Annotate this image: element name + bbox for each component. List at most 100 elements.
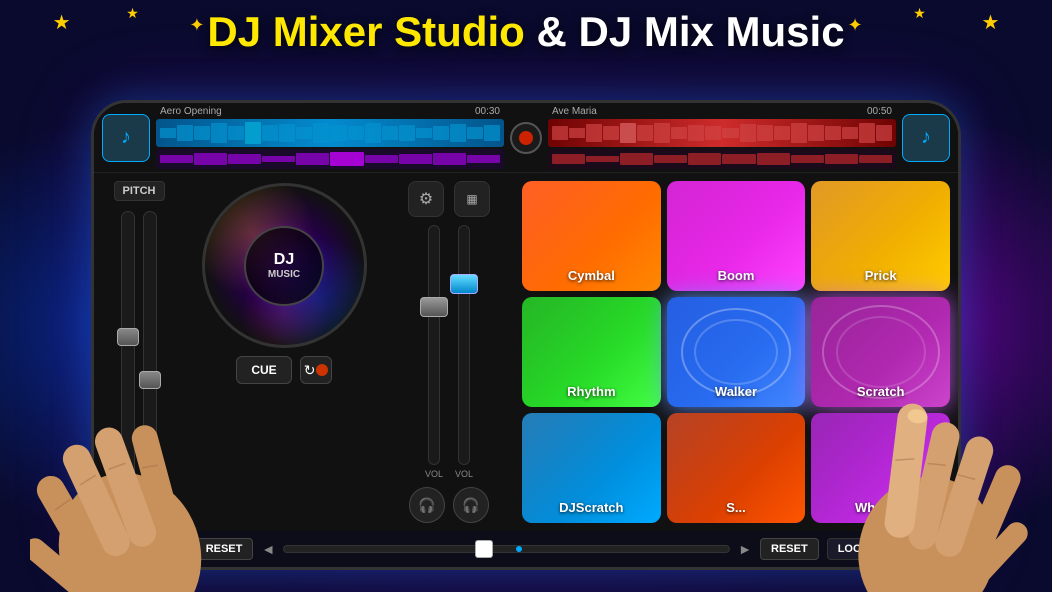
pad-scratch-label: Scratch [857,384,905,399]
tempo-label: EMPO [124,512,153,523]
reset-button-left[interactable]: RESET [195,538,254,560]
pad-cymbal[interactable]: Cymbal [522,181,661,291]
fader-right-col: VOL [455,225,473,479]
headphone-right-button[interactable]: 🎧 [453,487,489,523]
crossfader[interactable] [283,545,730,553]
center-mixer: ⚙ ▦ VOL [384,173,514,531]
pad-djscratch[interactable]: DJScratch [522,413,661,523]
ripple-1 [681,308,792,396]
pad-prick[interactable]: Prick [811,181,950,291]
track-name-left: Aero Opening [160,106,222,117]
dj-interface: ♪ Aero Opening 00:30 [94,103,958,567]
left-controls: PITCH EMPO [94,173,184,531]
vol-label-right: VOL [455,469,473,479]
pad-scratch[interactable]: Scratch [811,297,950,407]
time-left: 00:30 [475,106,500,117]
right-pads: Cymbal Boom Prick Rhythm Walker [514,173,958,531]
track-info-right: Ave Maria 00:50 [548,106,896,117]
headphone-right-icon: 🎧 [462,497,479,514]
settings-button[interactable]: ⚙ [408,181,444,217]
add-track-right-button[interactable]: ♪ [902,114,950,162]
loop-record-dot [316,364,328,376]
title-part1: DJ Mixer Studio [207,8,524,55]
add-track-left-button[interactable]: ♪ [102,114,150,162]
pitch-label: PITCH [114,181,165,201]
waveform-left-section: Aero Opening 00:30 [156,106,504,169]
fx-button[interactable]: FX [149,537,186,561]
pitch-slider-thumb-right [139,371,161,389]
headphone-buttons: 🎧 🎧 [409,487,489,523]
phone-device: ♪ Aero Opening 00:30 [91,100,961,570]
fader-right-thumb [450,274,478,294]
fader-left-thumb [420,297,448,317]
fader-left-col: VOL [425,225,443,479]
pad-djscratch-label: DJScratch [559,500,623,515]
loop-button[interactable]: LOOP [827,538,880,560]
turntable-section: DJ MUSIC CUE ↻ [184,173,384,531]
turntable-bottom-controls: CUE ↻ [236,356,331,384]
waveform-bars-right [548,119,896,147]
vol-label-left: VOL [425,469,443,479]
waveform-visual-left[interactable] [156,119,504,147]
pad-s[interactable]: S... [667,413,806,523]
mixer-icons: ⚙ ▦ [408,181,490,217]
faders-area: VOL VOL [425,225,473,479]
turntable-music-text: MUSIC [268,269,300,280]
loop-arrow-icon: ↻ [304,362,316,379]
reset-button-right[interactable]: RESET [760,538,819,560]
pad-rhythm[interactable]: Rhythm [522,297,661,407]
record-dot [519,131,533,145]
headphone-left-button[interactable]: 🎧 [409,487,445,523]
pad-cymbal-label: Cymbal [568,268,615,283]
ripple-scratch-2 [836,316,926,388]
grid-button[interactable]: ▦ [454,181,490,217]
turntable-dj-text: DJ [274,251,294,269]
pad-walker[interactable]: Walker [667,297,806,407]
time-right: 00:50 [867,106,892,117]
crossfader-indicator [516,546,522,552]
waveform-visual-left-2 [156,149,504,169]
music-icon-left: ♪ [121,126,131,149]
waveform-right-section: Ave Maria 00:50 [548,106,896,169]
pitch-sliders [121,207,157,506]
ripple-scratch-1 [822,305,940,399]
pad-rhythm-label: Rhythm [567,384,615,399]
turntable-center: DJ MUSIC [244,226,324,306]
title-part2: & DJ Mix Music [536,8,844,55]
grid-icon: ▦ [466,192,477,206]
pad-whoosh[interactable]: Whoosh [811,413,950,523]
waveform-visual-right[interactable] [548,119,896,147]
track-info-left: Aero Opening 00:30 [156,106,504,117]
waveform-bars-left [156,119,504,147]
fader-left[interactable] [428,225,440,465]
pitch-slider-right[interactable] [143,211,157,502]
headphone-left-icon: 🎧 [418,497,435,514]
pad-s-label: S... [726,500,746,515]
waveform-bars-left-2 [156,149,504,169]
turntable[interactable]: DJ MUSIC [202,183,367,348]
crossfader-arrow-right: ► [738,541,752,557]
cues-button[interactable]: CUES [888,537,950,562]
cue-button[interactable]: CUE [236,356,291,384]
page-title: DJ Mixer Studio & DJ Mix Music [0,8,1052,56]
pitch-slider-thumb-left [117,328,139,346]
eq-button[interactable]: EQ [102,537,141,561]
track-name-right: Ave Maria [552,106,597,117]
pad-prick-label: Prick [865,268,897,283]
music-icon-right: ♪ [921,126,931,149]
record-button[interactable] [510,122,542,154]
main-area: PITCH EMPO DJ MUSIC [94,173,958,531]
pad-boom-label: Boom [718,268,755,283]
loop-button[interactable]: ↻ [300,356,332,384]
bottom-bar: EQ FX RESET ◄ ► RESET LOOP CUES [94,531,958,567]
waveform-visual-right-2 [548,149,896,169]
fader-right[interactable] [458,225,470,465]
settings-icon: ⚙ [419,189,433,209]
pad-boom[interactable]: Boom [667,181,806,291]
pad-whoosh-label: Whoosh [855,500,906,515]
pad-walker-label: Walker [715,384,757,399]
waveform-bars-right-2 [548,149,896,169]
pads-grid: Cymbal Boom Prick Rhythm Walker [522,181,950,523]
pitch-slider-left[interactable] [121,211,135,502]
ripple-2 [694,319,777,385]
